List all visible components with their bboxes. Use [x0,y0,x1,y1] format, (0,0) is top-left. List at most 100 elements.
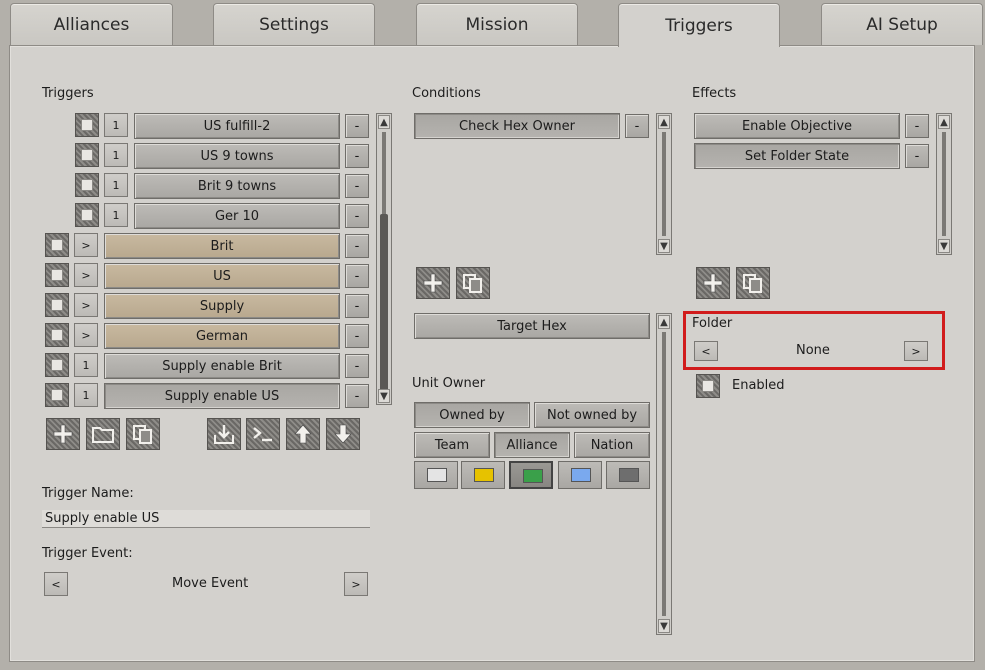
remove-trigger-button[interactable]: - [345,234,369,258]
scroll-down-icon[interactable]: ▼ [658,619,670,633]
trigger-row-checkbox[interactable] [75,113,99,137]
trigger-count[interactable]: 1 [74,353,98,377]
trigger-row-checkbox[interactable] [45,293,69,317]
tab-mission[interactable]: Mission [416,3,578,45]
add-effect-button[interactable] [696,267,730,299]
color-swatch-green[interactable] [509,461,553,489]
trigger-row-checkbox[interactable] [75,143,99,167]
plus-icon [423,273,443,293]
swatch-color [523,469,543,483]
scroll-down-icon[interactable]: ▼ [378,389,390,403]
trigger-folder-item[interactable]: US [104,263,340,289]
condition-detail-scrollbar[interactable]: ▲ ▼ [656,313,672,635]
effect-set-folder-state[interactable]: Set Folder State [694,143,900,169]
remove-trigger-button[interactable]: - [345,294,369,318]
scroll-up-icon[interactable]: ▲ [378,115,390,129]
import-trigger-button[interactable] [207,418,241,450]
trigger-name-input[interactable]: Supply enable US [42,510,370,528]
enabled-label: Enabled [732,378,785,393]
condition-check-hex-owner[interactable]: Check Hex Owner [414,113,620,139]
trigger-count[interactable]: 1 [104,203,128,227]
remove-effect-button[interactable]: - [905,144,929,168]
trigger-row-checkbox[interactable] [45,233,69,257]
enabled-checkbox[interactable] [696,374,720,398]
scroll-up-icon[interactable]: ▲ [938,115,950,129]
trigger-event-next-button[interactable]: > [344,572,368,596]
folder-expand-button[interactable]: > [74,293,98,317]
trigger-item[interactable]: US fulfill-2 [134,113,340,139]
copy-effect-button[interactable] [736,267,770,299]
target-hex-button[interactable]: Target Hex [414,313,650,339]
remove-trigger-button[interactable]: - [345,114,369,138]
trigger-item[interactable]: Supply enable Brit [104,353,340,379]
trigger-item[interactable]: Ger 10 [134,203,340,229]
trigger-event-prev-button[interactable]: < [44,572,68,596]
remove-trigger-button[interactable]: - [345,204,369,228]
remove-trigger-button[interactable]: - [345,264,369,288]
trigger-row-checkbox[interactable] [75,173,99,197]
trigger-folder-item[interactable]: German [104,323,340,349]
remove-trigger-button[interactable]: - [345,174,369,198]
trigger-count[interactable]: 1 [104,113,128,137]
remove-condition-button[interactable]: - [625,114,649,138]
remove-trigger-button[interactable]: - [345,384,369,408]
add-condition-button[interactable] [416,267,450,299]
not-owned-by-button[interactable]: Not owned by [534,402,650,428]
arrow-down-icon [334,424,352,444]
scroll-up-icon[interactable]: ▲ [658,315,670,329]
add-folder-button[interactable] [86,418,120,450]
copy-condition-button[interactable] [456,267,490,299]
trigger-event-value: Move Event [172,576,249,591]
nation-button[interactable]: Nation [574,432,650,458]
remove-effect-button[interactable]: - [905,114,929,138]
team-button[interactable]: Team [414,432,490,458]
trigger-list-scrollbar[interactable]: ▲ ▼ [376,113,392,405]
scroll-track [942,132,946,236]
trigger-count[interactable]: 1 [104,173,128,197]
swatch-color [427,468,447,482]
remove-trigger-button[interactable]: - [345,324,369,348]
tab-triggers[interactable]: Triggers [618,3,780,47]
move-down-button[interactable] [326,418,360,450]
folder-expand-button[interactable]: > [74,323,98,347]
owned-by-button[interactable]: Owned by [414,402,530,428]
tab-alliances[interactable]: Alliances [10,3,173,45]
tab-settings[interactable]: Settings [213,3,375,45]
color-swatch-white[interactable] [414,461,458,489]
effects-scrollbar[interactable]: ▲ ▼ [936,113,952,255]
trigger-folder-item[interactable]: Supply [104,293,340,319]
trigger-row-checkbox[interactable] [45,383,69,407]
scroll-down-icon[interactable]: ▼ [938,239,950,253]
color-swatch-yellow[interactable] [461,461,505,489]
trigger-item[interactable]: US 9 towns [134,143,340,169]
scroll-down-icon[interactable]: ▼ [658,239,670,253]
plus-icon [703,273,723,293]
remove-trigger-button[interactable]: - [345,144,369,168]
trigger-folder-item[interactable]: Brit [104,233,340,259]
color-swatch-blue[interactable] [558,461,602,489]
trigger-item[interactable]: Brit 9 towns [134,173,340,199]
unit-owner-label: Unit Owner [412,376,486,391]
color-swatch-gray[interactable] [606,461,650,489]
tab-ai-setup[interactable]: AI Setup [821,3,983,45]
trigger-row-checkbox[interactable] [45,323,69,347]
effect-enable-objective[interactable]: Enable Objective [694,113,900,139]
trigger-row-checkbox[interactable] [45,263,69,287]
scroll-thumb[interactable] [380,214,388,394]
trigger-item[interactable]: Supply enable US [104,383,340,409]
trigger-count[interactable]: 1 [104,143,128,167]
swatch-color [571,468,591,482]
trigger-count[interactable]: 1 [74,383,98,407]
add-trigger-button[interactable] [46,418,80,450]
trigger-row-checkbox[interactable] [75,203,99,227]
scroll-up-icon[interactable]: ▲ [658,115,670,129]
alliance-button[interactable]: Alliance [494,432,570,458]
trigger-row-checkbox[interactable] [45,353,69,377]
folder-expand-button[interactable]: > [74,233,98,257]
folder-expand-button[interactable]: > [74,263,98,287]
conditions-scrollbar[interactable]: ▲ ▼ [656,113,672,255]
console-button[interactable] [246,418,280,450]
move-up-button[interactable] [286,418,320,450]
copy-trigger-button[interactable] [126,418,160,450]
remove-trigger-button[interactable]: - [345,354,369,378]
